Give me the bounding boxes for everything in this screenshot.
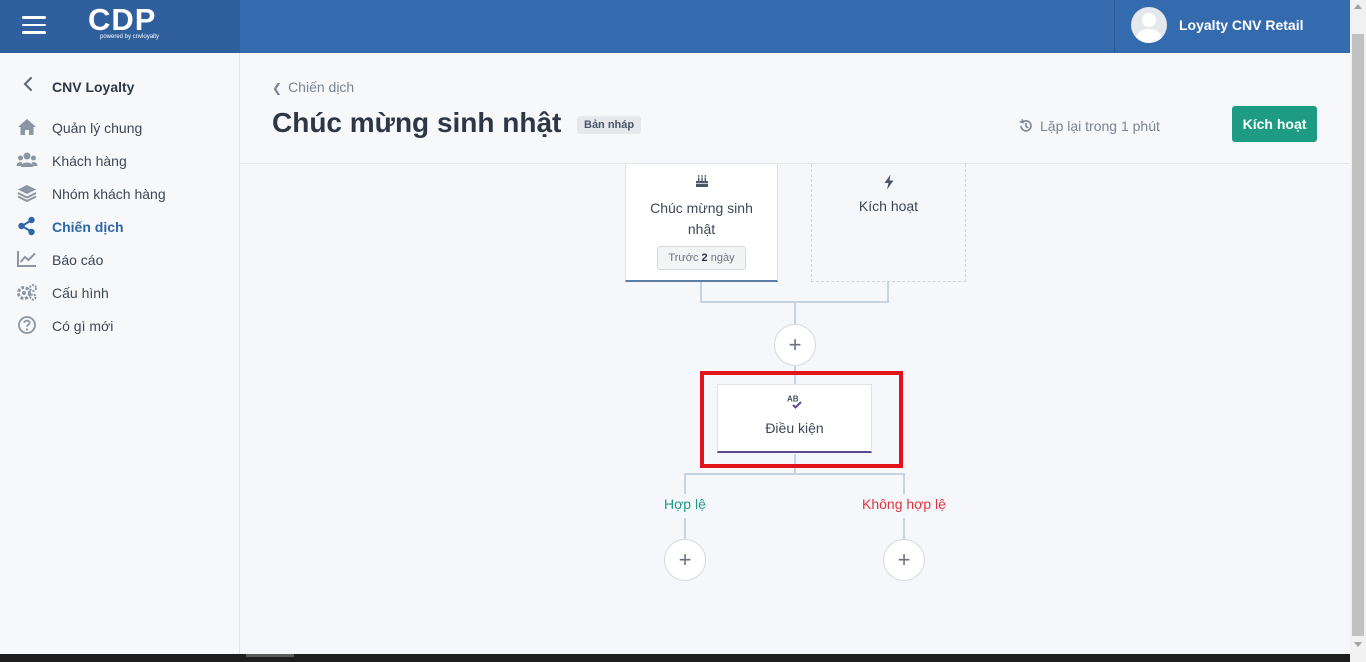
condition-title: Điều kiện xyxy=(765,420,824,436)
user-menu[interactable]: Loyalty CNV Retail xyxy=(1114,0,1366,53)
chart-line-icon xyxy=(17,251,36,267)
sidebar-title: CNV Loyalty xyxy=(52,79,135,95)
condition-card[interactable]: AB Điều kiện xyxy=(717,384,872,453)
page-header: ❮ Chiến dịch Chúc mừng sinh nhật Bản nháp… xyxy=(240,53,1350,164)
chevron-left-icon[interactable] xyxy=(20,76,36,92)
page-title: Chúc mừng sinh nhật xyxy=(272,107,562,138)
sidebar-item-customer-groups[interactable]: Nhóm khách hàng xyxy=(0,177,240,210)
sidebar-item-label: Báo cáo xyxy=(52,252,104,268)
activation-event-card[interactable]: Kích hoạt xyxy=(811,164,966,282)
sidebar-header[interactable]: CNV Loyalty xyxy=(0,73,240,99)
share-icon xyxy=(18,216,35,236)
users-icon xyxy=(16,152,38,167)
timing-prefix: Trước xyxy=(668,252,699,264)
activate-button[interactable]: Kích hoạt xyxy=(1232,106,1317,142)
sidebar-nav: Quản lý chung Khách hàng Nhóm khách hàng xyxy=(0,111,240,342)
trigger-title: Chúc mừng sinh nhật xyxy=(650,200,753,237)
event-title: Kích hoạt xyxy=(858,198,919,214)
logo-text: CDP xyxy=(88,2,157,37)
chevron-left-icon: ❮ xyxy=(272,81,283,95)
top-bar: CDP powered by cnvloyalty Loyalty CNV Re… xyxy=(0,0,1366,53)
user-name: Loyalty CNV Retail xyxy=(1179,17,1304,33)
branch-invalid-label: Không hợp lệ xyxy=(862,496,946,512)
gears-icon xyxy=(17,284,37,301)
add-step-valid-button[interactable]: + xyxy=(664,539,706,581)
timing-suffix: ngày xyxy=(710,252,735,264)
sidebar-item-label: Khách hàng xyxy=(52,153,127,169)
add-step-button[interactable]: + xyxy=(774,324,816,366)
sidebar-item-label: Chiến dịch xyxy=(52,219,124,235)
birthday-trigger-card[interactable]: Chúc mừng sinh nhật Trước 2 ngày xyxy=(625,164,778,282)
birthday-cake-icon xyxy=(626,174,777,192)
horizontal-scrollbar-thumb[interactable] xyxy=(246,654,294,657)
avatar xyxy=(1131,7,1167,43)
status-badge: Bản nháp xyxy=(577,116,642,134)
flow-canvas: Chúc mừng sinh nhật Trước 2 ngày Kích ho… xyxy=(240,164,1350,654)
lightning-icon xyxy=(812,174,965,192)
sidebar: CNV Loyalty Quản lý chung Khách hàng Nhó… xyxy=(0,53,240,662)
timing-value: 2 xyxy=(701,252,708,264)
sidebar-item-settings[interactable]: Cấu hình xyxy=(0,276,240,309)
repeat-schedule[interactable]: Lặp lại trong 1 phút xyxy=(1018,118,1160,134)
sidebar-item-customers[interactable]: Khách hàng xyxy=(0,144,240,177)
scroll-down-arrow-icon[interactable] xyxy=(1354,642,1362,647)
sidebar-item-label: Quản lý chung xyxy=(52,120,143,136)
history-icon xyxy=(1019,119,1032,132)
sidebar-item-label: Có gì mới xyxy=(52,318,114,334)
vertical-scrollbar[interactable] xyxy=(1350,0,1366,662)
logo[interactable]: CDP powered by cnvloyalty xyxy=(88,3,159,40)
sidebar-item-label: Nhóm khách hàng xyxy=(52,186,166,202)
branch-valid-label: Hợp lệ xyxy=(664,496,706,512)
question-circle-icon xyxy=(18,316,36,334)
sidebar-item-whats-new[interactable]: Có gì mới xyxy=(0,309,240,342)
topbar-brand-area: CDP powered by cnvloyalty xyxy=(0,0,240,53)
logo-subtext: powered by cnvloyalty xyxy=(100,34,160,40)
layers-icon xyxy=(17,185,37,203)
add-step-invalid-button[interactable]: + xyxy=(883,539,925,581)
sidebar-item-label: Cấu hình xyxy=(52,285,109,301)
trigger-timing-pill[interactable]: Trước 2 ngày xyxy=(657,246,746,270)
scrollbar-thumb[interactable] xyxy=(1352,34,1364,636)
repeat-label: Lặp lại trong 1 phút xyxy=(1040,118,1160,134)
sidebar-item-campaigns[interactable]: Chiến dịch xyxy=(0,210,240,243)
horizontal-scrollbar[interactable] xyxy=(0,654,1350,662)
menu-icon[interactable] xyxy=(22,16,46,36)
scroll-up-arrow-icon[interactable] xyxy=(1354,4,1362,9)
breadcrumb-label: Chiến dịch xyxy=(288,79,355,95)
breadcrumb[interactable]: ❮ Chiến dịch xyxy=(272,79,354,95)
sidebar-item-overview[interactable]: Quản lý chung xyxy=(0,111,240,144)
svg-text:AB: AB xyxy=(787,395,799,404)
sidebar-item-reports[interactable]: Báo cáo xyxy=(0,243,240,276)
spell-check-icon: AB xyxy=(718,394,871,412)
home-icon xyxy=(18,119,36,135)
